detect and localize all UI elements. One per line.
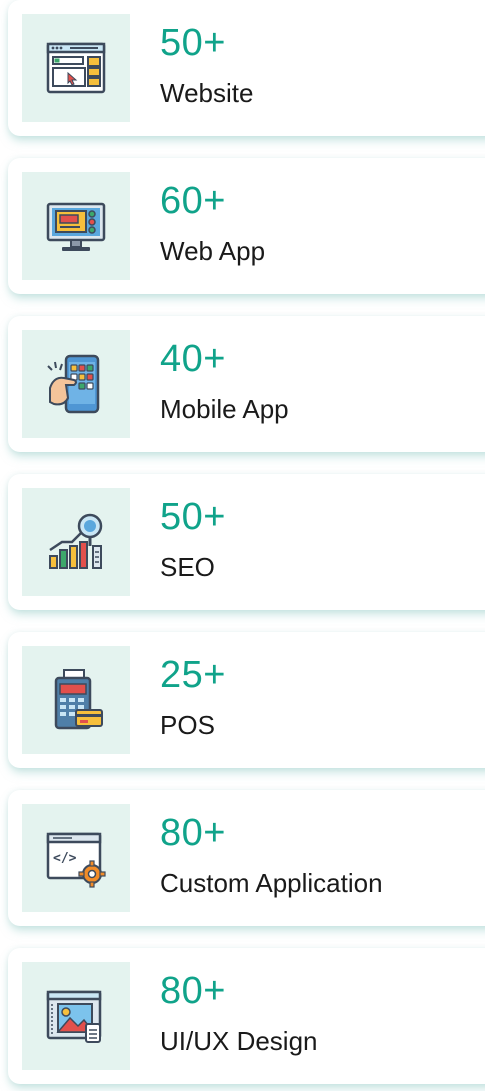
service-count: 40+ — [160, 338, 226, 380]
service-card-website: 50+ Website — [8, 0, 485, 136]
service-card-pos: 25+ POS — [8, 632, 485, 768]
service-card-seo: 50+ SEO — [8, 474, 485, 610]
service-count: 25+ — [160, 654, 226, 696]
mobile-app-icon — [22, 330, 130, 438]
services-stats-list: 50+ Website 60+ Web App 40+ Mobile App 5… — [0, 0, 485, 1091]
ui-ux-design-icon — [22, 962, 130, 1070]
service-label: Custom Application — [160, 868, 383, 898]
seo-icon — [22, 488, 130, 596]
service-count: 80+ — [160, 970, 226, 1012]
service-label: Web App — [160, 236, 266, 266]
service-card-custom-application: </> 80+ Custom Application — [8, 790, 485, 926]
service-card-web-app: 60+ Web App — [8, 158, 485, 294]
pos-icon — [22, 646, 130, 754]
service-label: POS — [160, 710, 215, 740]
service-count: 50+ — [160, 22, 226, 64]
svg-text:</>: </> — [53, 851, 77, 866]
service-label: Mobile App — [160, 394, 289, 424]
service-count: 60+ — [160, 180, 226, 222]
service-card-ui-ux-design: 80+ UI/UX Design — [8, 948, 485, 1084]
service-card-mobile-app: 40+ Mobile App — [8, 316, 485, 452]
web-app-icon — [22, 172, 130, 280]
website-icon — [22, 14, 130, 122]
custom-application-icon: </> — [22, 804, 130, 912]
service-count: 50+ — [160, 496, 226, 538]
service-label: SEO — [160, 552, 215, 582]
service-label: Website — [160, 78, 254, 108]
service-label: UI/UX Design — [160, 1026, 318, 1056]
service-count: 80+ — [160, 812, 226, 854]
